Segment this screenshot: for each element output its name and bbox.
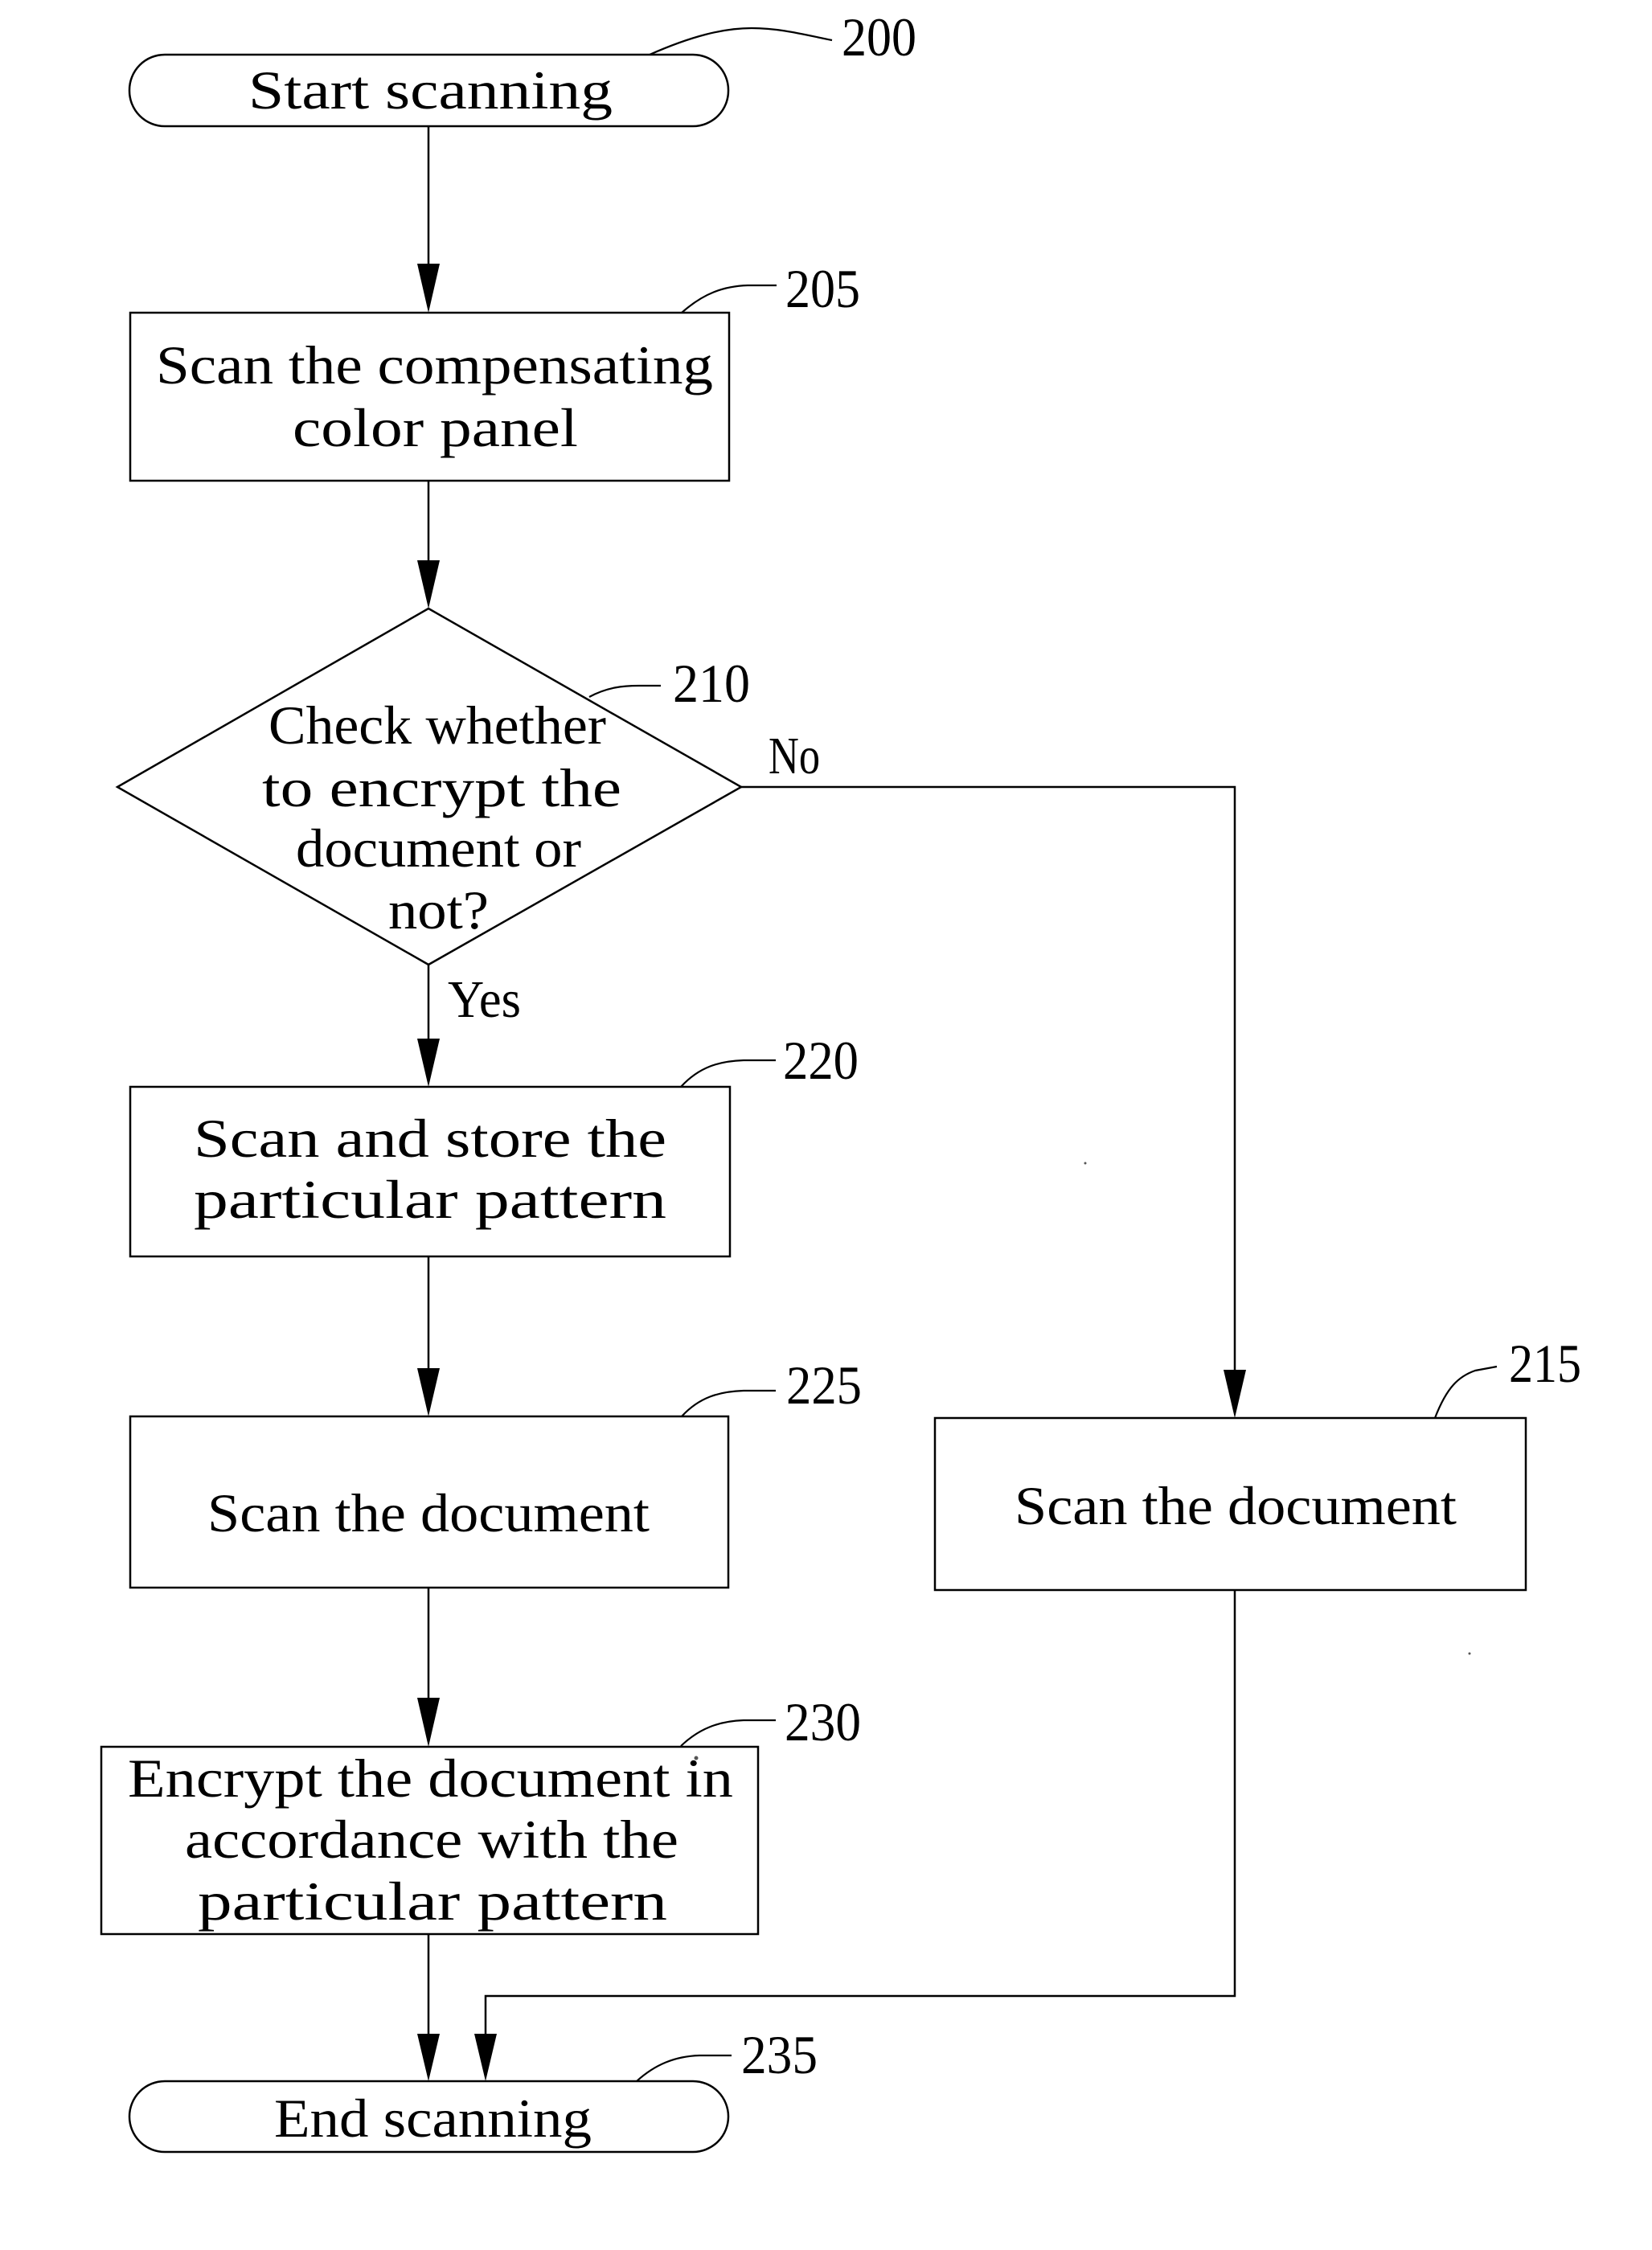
leader-215 [1433, 1365, 1498, 1419]
leader-200 [649, 27, 833, 56]
branch-yes-label: Yes [448, 970, 521, 1029]
leader-230 [680, 1719, 776, 1747]
store-pattern-line-2: particular pattern [194, 1169, 666, 1230]
arrowhead-215 [1224, 1370, 1246, 1418]
node-scan-doc-plain: Scan the document 215 [933, 1333, 1581, 1592]
encrypt-line-2: accordance with the [185, 1809, 678, 1870]
ref-225: 225 [786, 1355, 862, 1416]
scan-speck [1084, 1162, 1087, 1165]
arrowhead-225 [417, 1368, 440, 1416]
decision-line-1: Check whether [269, 695, 606, 756]
arrowhead-220 [417, 1039, 440, 1087]
ref-210: 210 [673, 653, 750, 714]
ref-205: 205 [785, 258, 860, 319]
ref-200: 200 [842, 6, 916, 68]
ref-220: 220 [783, 1030, 859, 1091]
decision-line-2: to encrypt the [262, 757, 621, 818]
leader-225 [681, 1389, 776, 1417]
leader-235 [636, 2054, 732, 2082]
arrowhead-210 [417, 560, 440, 609]
decision-line-3: document or [296, 818, 581, 879]
scan-doc-line-1: Scan the document [207, 1482, 650, 1543]
store-pattern-line-1: Scan and store the [194, 1108, 666, 1169]
start-label: Start scanning [248, 59, 613, 121]
scan-speck [694, 1756, 699, 1760]
arrowhead-205 [417, 264, 440, 313]
node-scan-panel: Scan the compensating color panel 205 [129, 258, 860, 482]
ref-215: 215 [1509, 1333, 1581, 1394]
encrypt-line-3: particular pattern [198, 1871, 667, 1932]
node-start: Start scanning 200 [128, 6, 916, 128]
arrowhead-235-b [474, 2034, 497, 2081]
arrowhead-235-a [417, 2034, 440, 2081]
ref-230: 230 [785, 1691, 861, 1752]
leader-205 [681, 284, 777, 314]
leader-220 [680, 1059, 776, 1088]
arrowhead-230 [417, 1698, 440, 1747]
decision-line-4: not? [388, 879, 489, 941]
encrypt-line-1: Encrypt the document in [128, 1748, 733, 1809]
node-store-pattern: Scan and store the particular pattern 22… [129, 1030, 859, 1258]
ref-235: 235 [741, 2024, 818, 2085]
node-end: End scanning 235 [128, 2024, 818, 2154]
scan-panel-line-2: color panel [293, 397, 578, 458]
branch-no-label: No [769, 727, 820, 785]
node-decision: Check whether to encrypt the document or… [115, 607, 820, 1029]
scan-speck [1468, 1652, 1471, 1655]
scan-panel-line-1: Scan the compensating [156, 334, 713, 395]
end-label: End scanning [274, 2088, 592, 2149]
scan-doc-plain-line-1: Scan the document [1015, 1475, 1457, 1536]
node-encrypt: Encrypt the document in accordance with … [100, 1691, 861, 1936]
flowchart: Start scanning 200 Scan the compensating… [100, 6, 1581, 2154]
node-scan-doc: Scan the document 225 [129, 1355, 862, 1589]
